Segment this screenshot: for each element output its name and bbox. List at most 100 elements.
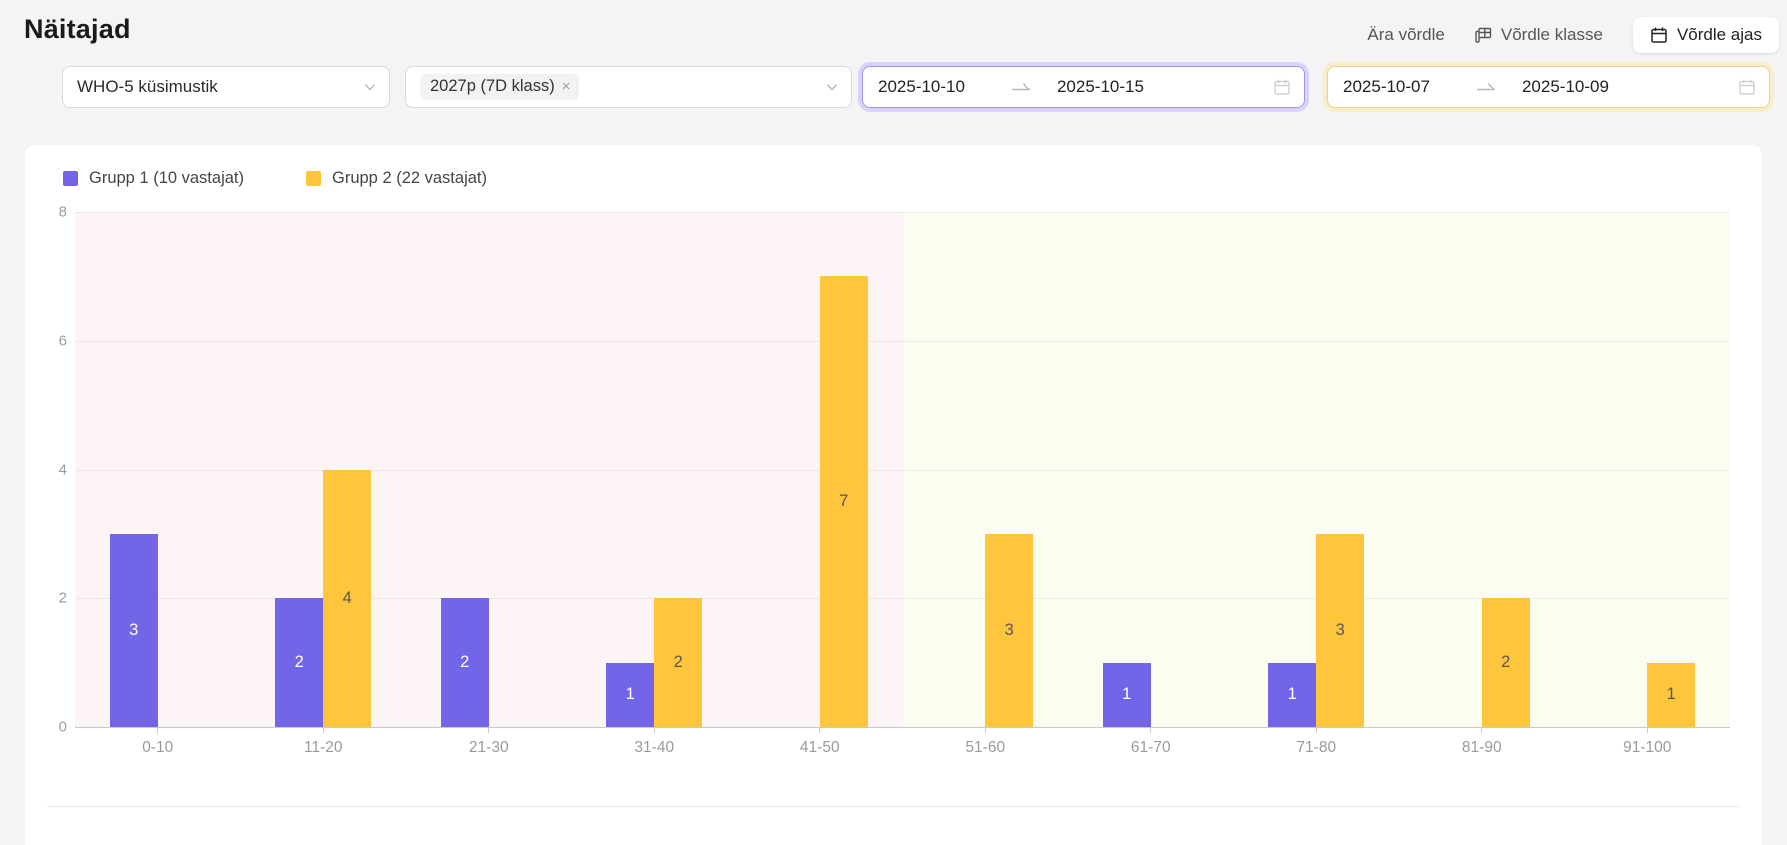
bar-slot: 3 bbox=[1316, 212, 1364, 727]
bar-grupp-2-91-100[interactable]: 1 bbox=[1647, 663, 1695, 727]
range1-start-date[interactable]: 2025-10-10 bbox=[878, 77, 965, 97]
bar-grupp-1-11-20[interactable]: 2 bbox=[275, 598, 323, 727]
chart-card: Grupp 1 (10 vastajat) Grupp 2 (22 vastaj… bbox=[25, 145, 1762, 845]
x-axis-tick bbox=[903, 727, 1069, 733]
bar-value-label: 1 bbox=[626, 685, 635, 704]
calendar-icon bbox=[1650, 26, 1668, 44]
bar-group-71-80: 13 bbox=[1234, 212, 1400, 727]
x-axis-tick bbox=[75, 727, 241, 733]
legend-swatch-purple bbox=[63, 171, 78, 186]
segmented-option-no-compare[interactable]: Ära võrdle bbox=[1367, 25, 1444, 45]
bar-value-label: 3 bbox=[129, 621, 138, 640]
x-axis-tick bbox=[1565, 727, 1731, 733]
range2-end-date[interactable]: 2025-10-09 bbox=[1522, 77, 1609, 97]
calendar-icon bbox=[1738, 78, 1756, 96]
x-axis-label-81-90: 81-90 bbox=[1399, 739, 1565, 757]
bar-grupp-1-61-70[interactable]: 1 bbox=[1103, 663, 1151, 727]
bar-group-11-20: 24 bbox=[241, 212, 407, 727]
x-axis-label-71-80: 71-80 bbox=[1234, 739, 1400, 757]
bar-grupp-2-41-50[interactable]: 7 bbox=[820, 276, 868, 727]
bar-value-label: 1 bbox=[1667, 685, 1676, 704]
bar-grupp-2-11-20[interactable]: 4 bbox=[323, 470, 371, 728]
y-axis-tick-label: 6 bbox=[29, 332, 67, 349]
bar-grupp-1-31-40[interactable]: 1 bbox=[606, 663, 654, 727]
y-axis-tick-label: 2 bbox=[29, 590, 67, 607]
bar-slot bbox=[1599, 212, 1647, 727]
bar-group-41-50: 7 bbox=[737, 212, 903, 727]
bar-value-label: 7 bbox=[839, 492, 848, 511]
legend-item-group2[interactable]: Grupp 2 (22 vastajat) bbox=[306, 169, 487, 188]
x-axis-ticks bbox=[75, 727, 1730, 733]
bar-slot bbox=[937, 212, 985, 727]
bar-grupp-1-71-80[interactable]: 1 bbox=[1268, 663, 1316, 727]
bar-slot bbox=[772, 212, 820, 727]
bar-slot: 3 bbox=[985, 212, 1033, 727]
arrow-right-icon bbox=[1476, 80, 1496, 94]
date-range-picker-group2[interactable]: 2025-10-07 2025-10-09 bbox=[1327, 66, 1770, 108]
legend-label: Grupp 1 (10 vastajat) bbox=[89, 169, 244, 188]
segmented-option-compare-time[interactable]: Võrdle ajas bbox=[1633, 17, 1779, 53]
table-icon bbox=[1475, 27, 1492, 44]
bar-group-31-40: 12 bbox=[572, 212, 738, 727]
bar-group-0-10: 3 bbox=[75, 212, 241, 727]
bar-slot: 1 bbox=[606, 212, 654, 727]
compare-mode-segmented: Ära võrdle Võrdle klasse Võrdle ajas bbox=[1367, 14, 1779, 56]
y-axis-tick-label: 4 bbox=[29, 461, 67, 478]
bar-slot: 3 bbox=[110, 212, 158, 727]
bar-value-label: 4 bbox=[343, 589, 352, 608]
bar-grupp-1-0-10[interactable]: 3 bbox=[110, 534, 158, 727]
page-title: Näitajad bbox=[24, 14, 131, 45]
segmented-option-label: Ära võrdle bbox=[1367, 25, 1444, 45]
x-axis-label-51-60: 51-60 bbox=[903, 739, 1069, 757]
bar-grupp-1-21-30[interactable]: 2 bbox=[441, 598, 489, 727]
questionnaire-select-value: WHO-5 küsimustik bbox=[77, 77, 363, 97]
bar-value-label: 1 bbox=[1288, 685, 1297, 704]
bar-slot: 1 bbox=[1268, 212, 1316, 727]
segmented-option-compare-classes[interactable]: Võrdle klasse bbox=[1475, 25, 1603, 45]
chevron-down-icon bbox=[363, 80, 377, 94]
x-axis-labels: 0-1011-2021-3031-4041-5051-6061-7071-808… bbox=[75, 739, 1730, 757]
bar-grupp-2-71-80[interactable]: 3 bbox=[1316, 534, 1364, 727]
bar-groups: 3242127311321 bbox=[75, 212, 1730, 727]
y-axis-tick-label: 8 bbox=[29, 204, 67, 221]
y-axis-labels: 02468 bbox=[29, 212, 67, 727]
x-axis-tick bbox=[737, 727, 903, 733]
legend-swatch-yellow bbox=[306, 171, 321, 186]
bar-slot bbox=[489, 212, 537, 727]
tag-remove-icon[interactable]: × bbox=[562, 79, 571, 94]
x-axis-tick bbox=[1399, 727, 1565, 733]
arrow-right-icon bbox=[1011, 80, 1031, 94]
bar-chart-plot-area: 02468 0-1011-2021-3031-4041-5051-6061-70… bbox=[75, 212, 1730, 727]
filter-row: WHO-5 küsimustik 2027p (7D klass) × 2025… bbox=[0, 66, 1787, 108]
x-axis-label-41-50: 41-50 bbox=[737, 739, 903, 757]
bar-group-81-90: 2 bbox=[1399, 212, 1565, 727]
x-axis-tick bbox=[241, 727, 407, 733]
legend-label: Grupp 2 (22 vastajat) bbox=[332, 169, 487, 188]
class-tag-label: 2027p (7D klass) bbox=[430, 77, 555, 96]
bar-group-91-100: 1 bbox=[1565, 212, 1731, 727]
range1-end-date[interactable]: 2025-10-15 bbox=[1057, 77, 1144, 97]
bar-grupp-2-51-60[interactable]: 3 bbox=[985, 534, 1033, 727]
bar-slot: 1 bbox=[1103, 212, 1151, 727]
bar-grupp-2-31-40[interactable]: 2 bbox=[654, 598, 702, 727]
bar-slot: 4 bbox=[323, 212, 371, 727]
bar-grupp-2-81-90[interactable]: 2 bbox=[1482, 598, 1530, 727]
legend-item-group1[interactable]: Grupp 1 (10 vastajat) bbox=[63, 169, 244, 188]
chart-legend: Grupp 1 (10 vastajat) Grupp 2 (22 vastaj… bbox=[63, 169, 549, 188]
bar-group-21-30: 2 bbox=[406, 212, 572, 727]
bar-slot: 1 bbox=[1647, 212, 1695, 727]
bar-value-label: 1 bbox=[1122, 685, 1131, 704]
bar-slot: 2 bbox=[654, 212, 702, 727]
y-axis-tick-label: 0 bbox=[29, 719, 67, 736]
bar-slot bbox=[1434, 212, 1482, 727]
range2-start-date[interactable]: 2025-10-07 bbox=[1343, 77, 1430, 97]
x-axis-tick bbox=[572, 727, 738, 733]
class-select[interactable]: 2027p (7D klass) × bbox=[405, 66, 852, 108]
calendar-icon bbox=[1273, 78, 1291, 96]
chevron-down-icon bbox=[825, 80, 839, 94]
x-axis-tick bbox=[1234, 727, 1400, 733]
questionnaire-select[interactable]: WHO-5 küsimustik bbox=[62, 66, 390, 108]
x-axis-label-61-70: 61-70 bbox=[1068, 739, 1234, 757]
bar-value-label: 2 bbox=[674, 653, 683, 672]
date-range-picker-group1[interactable]: 2025-10-10 2025-10-15 bbox=[862, 66, 1305, 108]
